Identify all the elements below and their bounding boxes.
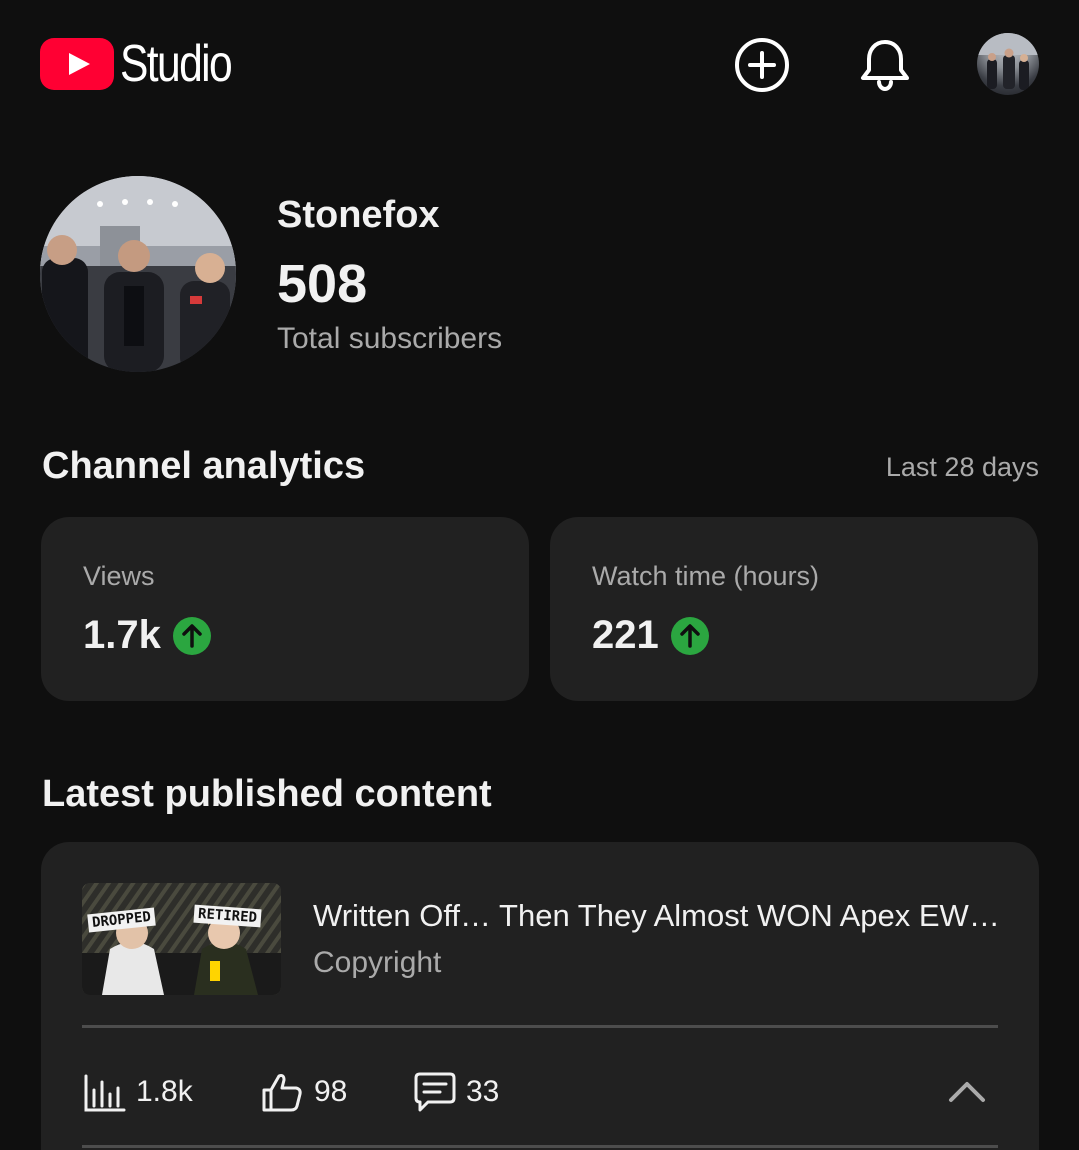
latest-video-card[interactable]: DROPPED RETIRED Written Off… Then They A… [41, 842, 1039, 1150]
trend-up-icon [172, 616, 211, 655]
watch-time-label: Watch time (hours) [592, 561, 820, 591]
video-thumbnail[interactable]: DROPPED RETIRED [82, 883, 281, 995]
thumbs-up-icon [262, 1074, 302, 1112]
video-comments-stat[interactable]: 33 [412, 1070, 499, 1114]
comment-icon [414, 1072, 456, 1112]
divider [82, 1025, 998, 1028]
subscriber-count: 508 [277, 254, 368, 314]
create-icon[interactable] [733, 36, 791, 94]
video-likes-value: 98 [314, 1075, 348, 1108]
watch-time-card[interactable]: Watch time (hours) 221 [550, 517, 1038, 701]
video-comments-value: 33 [466, 1075, 500, 1108]
logo-text: Studio [120, 35, 233, 93]
chevron-up-icon[interactable] [945, 1070, 989, 1114]
account-avatar[interactable] [977, 33, 1039, 95]
channel-avatar[interactable] [40, 176, 236, 372]
top-bar: Studio [0, 0, 1079, 130]
views-label: Views [83, 561, 155, 591]
channel-analytics-title: Channel analytics [42, 445, 366, 487]
bell-icon[interactable] [856, 36, 914, 94]
views-value: 1.7k [83, 613, 161, 657]
analytics-period: Last 28 days [885, 452, 1039, 482]
analytics-bars-icon [84, 1074, 126, 1112]
video-title[interactable]: Written Off… Then They Almost WON Apex E… [313, 898, 1000, 934]
video-likes-stat[interactable]: 98 [260, 1070, 347, 1114]
watch-time-value: 221 [592, 613, 659, 657]
divider [82, 1145, 998, 1148]
video-views-value: 1.8k [136, 1075, 193, 1108]
trend-up-icon [670, 616, 709, 655]
youtube-play-icon [40, 38, 114, 90]
latest-content-title: Latest published content [42, 773, 492, 815]
video-status: Copyright [313, 946, 442, 979]
studio-logo[interactable]: Studio [40, 38, 255, 90]
views-card[interactable]: Views 1.7k [41, 517, 529, 701]
video-views-stat[interactable]: 1.8k [82, 1070, 193, 1114]
channel-name: Stonefox [277, 194, 440, 236]
subscriber-label: Total subscribers [277, 322, 503, 355]
